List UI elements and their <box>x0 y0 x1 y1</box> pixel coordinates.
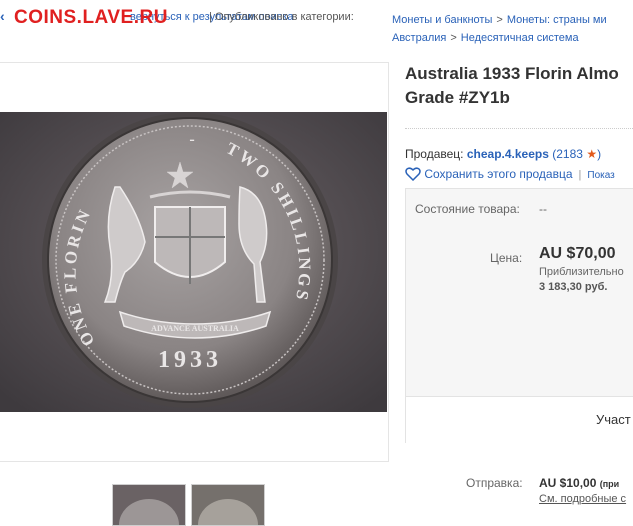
breadcrumb-predecimal[interactable]: Недесятичная система <box>461 32 579 44</box>
condition-value: -- <box>539 202 547 216</box>
back-arrow-icon[interactable]: ‹ <box>0 9 8 23</box>
published-prefix: Опубликовано в категории: <box>214 11 354 23</box>
offer-panel: Состояние товара: -- Цена: AU $70,00 При… <box>405 188 633 444</box>
condition-label: Состояние товара: <box>415 202 520 216</box>
thumbnail-2-image <box>192 485 264 525</box>
approx-price-value: 3 183,30 руб. <box>539 281 608 293</box>
breadcrumb-separator: > <box>450 32 457 44</box>
listing-title-line-2: Grade #ZY1b <box>405 88 510 107</box>
breadcrumb-world-coins[interactable]: Монеты: страны ми <box>507 14 607 26</box>
breadcrumb-australia[interactable]: Австралия <box>392 32 446 44</box>
show-more-link[interactable]: Показ <box>587 170 614 181</box>
action-band: Участ <box>406 396 633 444</box>
shipping-note: (при <box>599 479 620 489</box>
thumbnail-1[interactable] <box>112 484 186 526</box>
coin-text-year: 1933 <box>158 347 222 373</box>
coin-text-dash: - <box>189 131 194 148</box>
listing-title-line-1: Australia 1933 Florin Almo <box>405 64 619 83</box>
watermark: COINS.LAVE.RU <box>14 7 168 28</box>
shipping-details-link[interactable]: См. подробные с <box>539 493 626 505</box>
published-in-label: | Опубликовано в категории: <box>209 11 354 23</box>
breadcrumb-coins[interactable]: Монеты и банкноты <box>392 14 492 26</box>
seller-name-link[interactable]: cheap.4.keeps <box>467 147 549 161</box>
shipping-label: Отправка: <box>466 476 523 490</box>
listing-title: Australia 1933 Florin Almo Grade #ZY1b <box>405 62 633 110</box>
separator: | <box>578 169 582 181</box>
breadcrumb-separator: > <box>496 14 503 26</box>
feedback-count-value: (2183 <box>552 147 583 161</box>
divider <box>405 128 633 129</box>
heart-icon[interactable] <box>405 167 421 184</box>
seller-info: Продавец: cheap.4.keeps (2183 ★) <box>405 147 601 161</box>
participate-button[interactable]: Участ <box>596 412 631 427</box>
approx-price-label: Приблизительно <box>539 266 624 278</box>
coin-text-scroll: ADVANCE AUSTRALIA <box>151 324 239 333</box>
feedback-count-close: ) <box>597 147 602 161</box>
star-icon: ★ <box>586 147 598 161</box>
coin-illustration: ONE FLORIN TWO SHILLINGS - ADVANCE AUSTR… <box>0 112 387 412</box>
shipping-price: AU $10,00 (при <box>539 476 619 490</box>
price-label: Цена: <box>490 251 523 265</box>
shipping-price-value: AU $10,00 <box>539 476 597 490</box>
save-seller-row: Сохранить этого продавца | Показ <box>405 167 615 184</box>
save-seller-link[interactable]: Сохранить этого продавца <box>424 167 572 181</box>
thumbnail-1-image <box>113 485 185 525</box>
image-viewer: ONE FLORIN TWO SHILLINGS - ADVANCE AUSTR… <box>0 62 389 462</box>
coin-image[interactable]: ONE FLORIN TWO SHILLINGS - ADVANCE AUSTR… <box>0 112 387 412</box>
seller-label: Продавец: <box>405 147 464 161</box>
feedback-count[interactable]: (2183 ★) <box>552 147 601 161</box>
top-bar: ‹ вернуться к результатам поиска COINS.L… <box>0 0 633 48</box>
breadcrumb: Монеты и банкноты > Монеты: страны ми Авст… <box>392 11 633 47</box>
thumbnail-2[interactable] <box>191 484 265 526</box>
price-value: AU $70,00 <box>539 245 616 262</box>
